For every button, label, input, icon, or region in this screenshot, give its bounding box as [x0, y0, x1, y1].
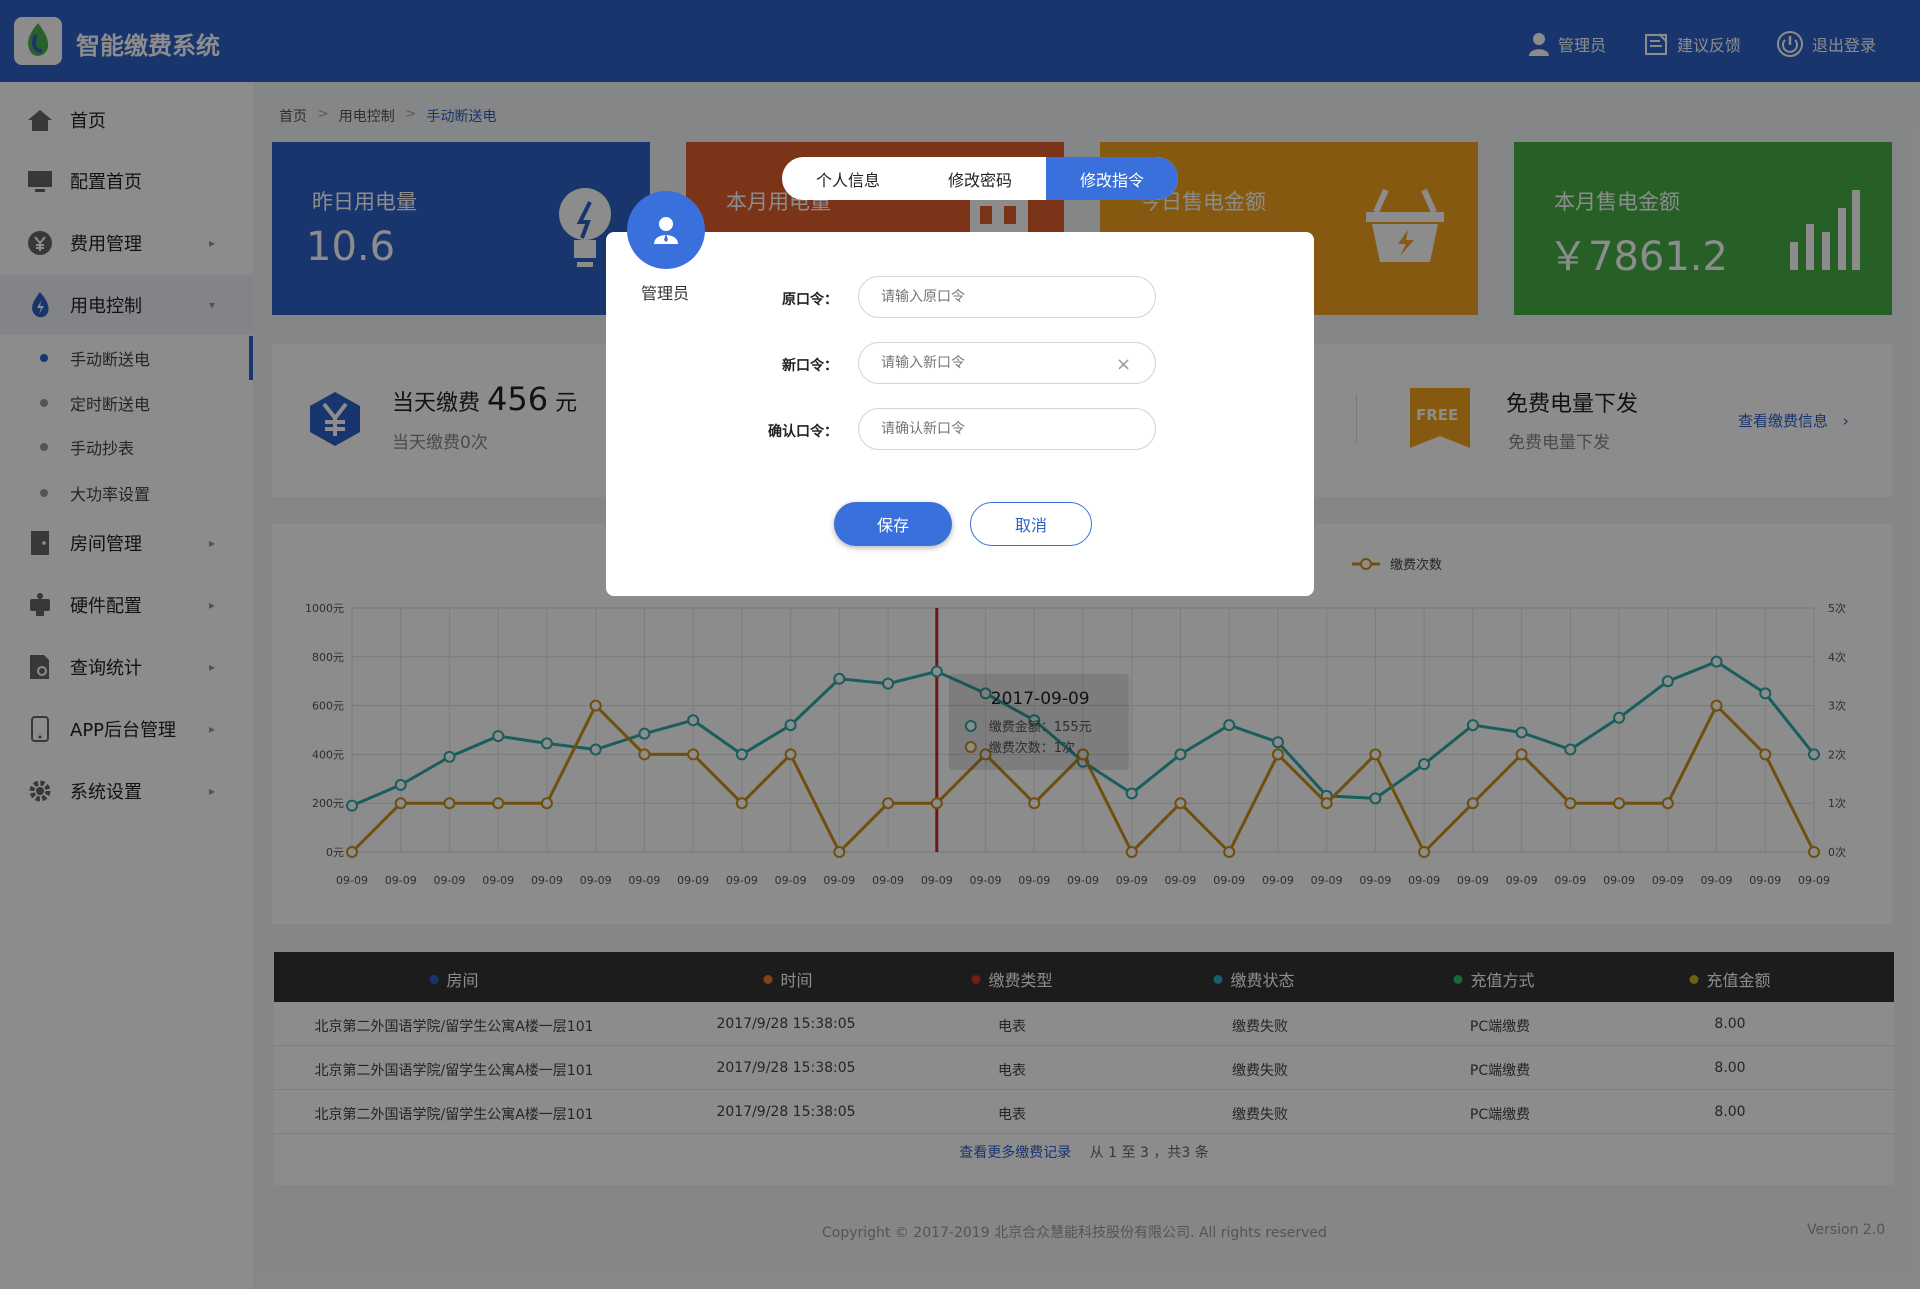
modal-user-label: 管理员	[641, 284, 690, 303]
old-command-input[interactable]	[858, 276, 1156, 318]
new-command-label: 新口令：	[782, 358, 838, 374]
save-button[interactable]: 保存	[834, 502, 952, 546]
clear-input-icon[interactable]: ×	[1116, 354, 1131, 375]
confirm-command-label: 确认口令：	[768, 424, 838, 440]
modal-tab-bar: 个人信息 修改密码 修改指令	[782, 157, 1178, 200]
tab-change-password[interactable]: 修改密码	[914, 157, 1046, 200]
old-command-label: 原口令：	[782, 292, 838, 308]
user-icon	[654, 217, 678, 244]
cancel-button[interactable]: 取消	[970, 502, 1092, 546]
avatar	[627, 191, 705, 269]
new-command-input[interactable]	[858, 342, 1156, 384]
tab-change-command[interactable]: 修改指令	[1046, 157, 1178, 200]
tab-personal-info[interactable]: 个人信息	[782, 157, 914, 200]
confirm-command-input[interactable]	[858, 408, 1156, 450]
